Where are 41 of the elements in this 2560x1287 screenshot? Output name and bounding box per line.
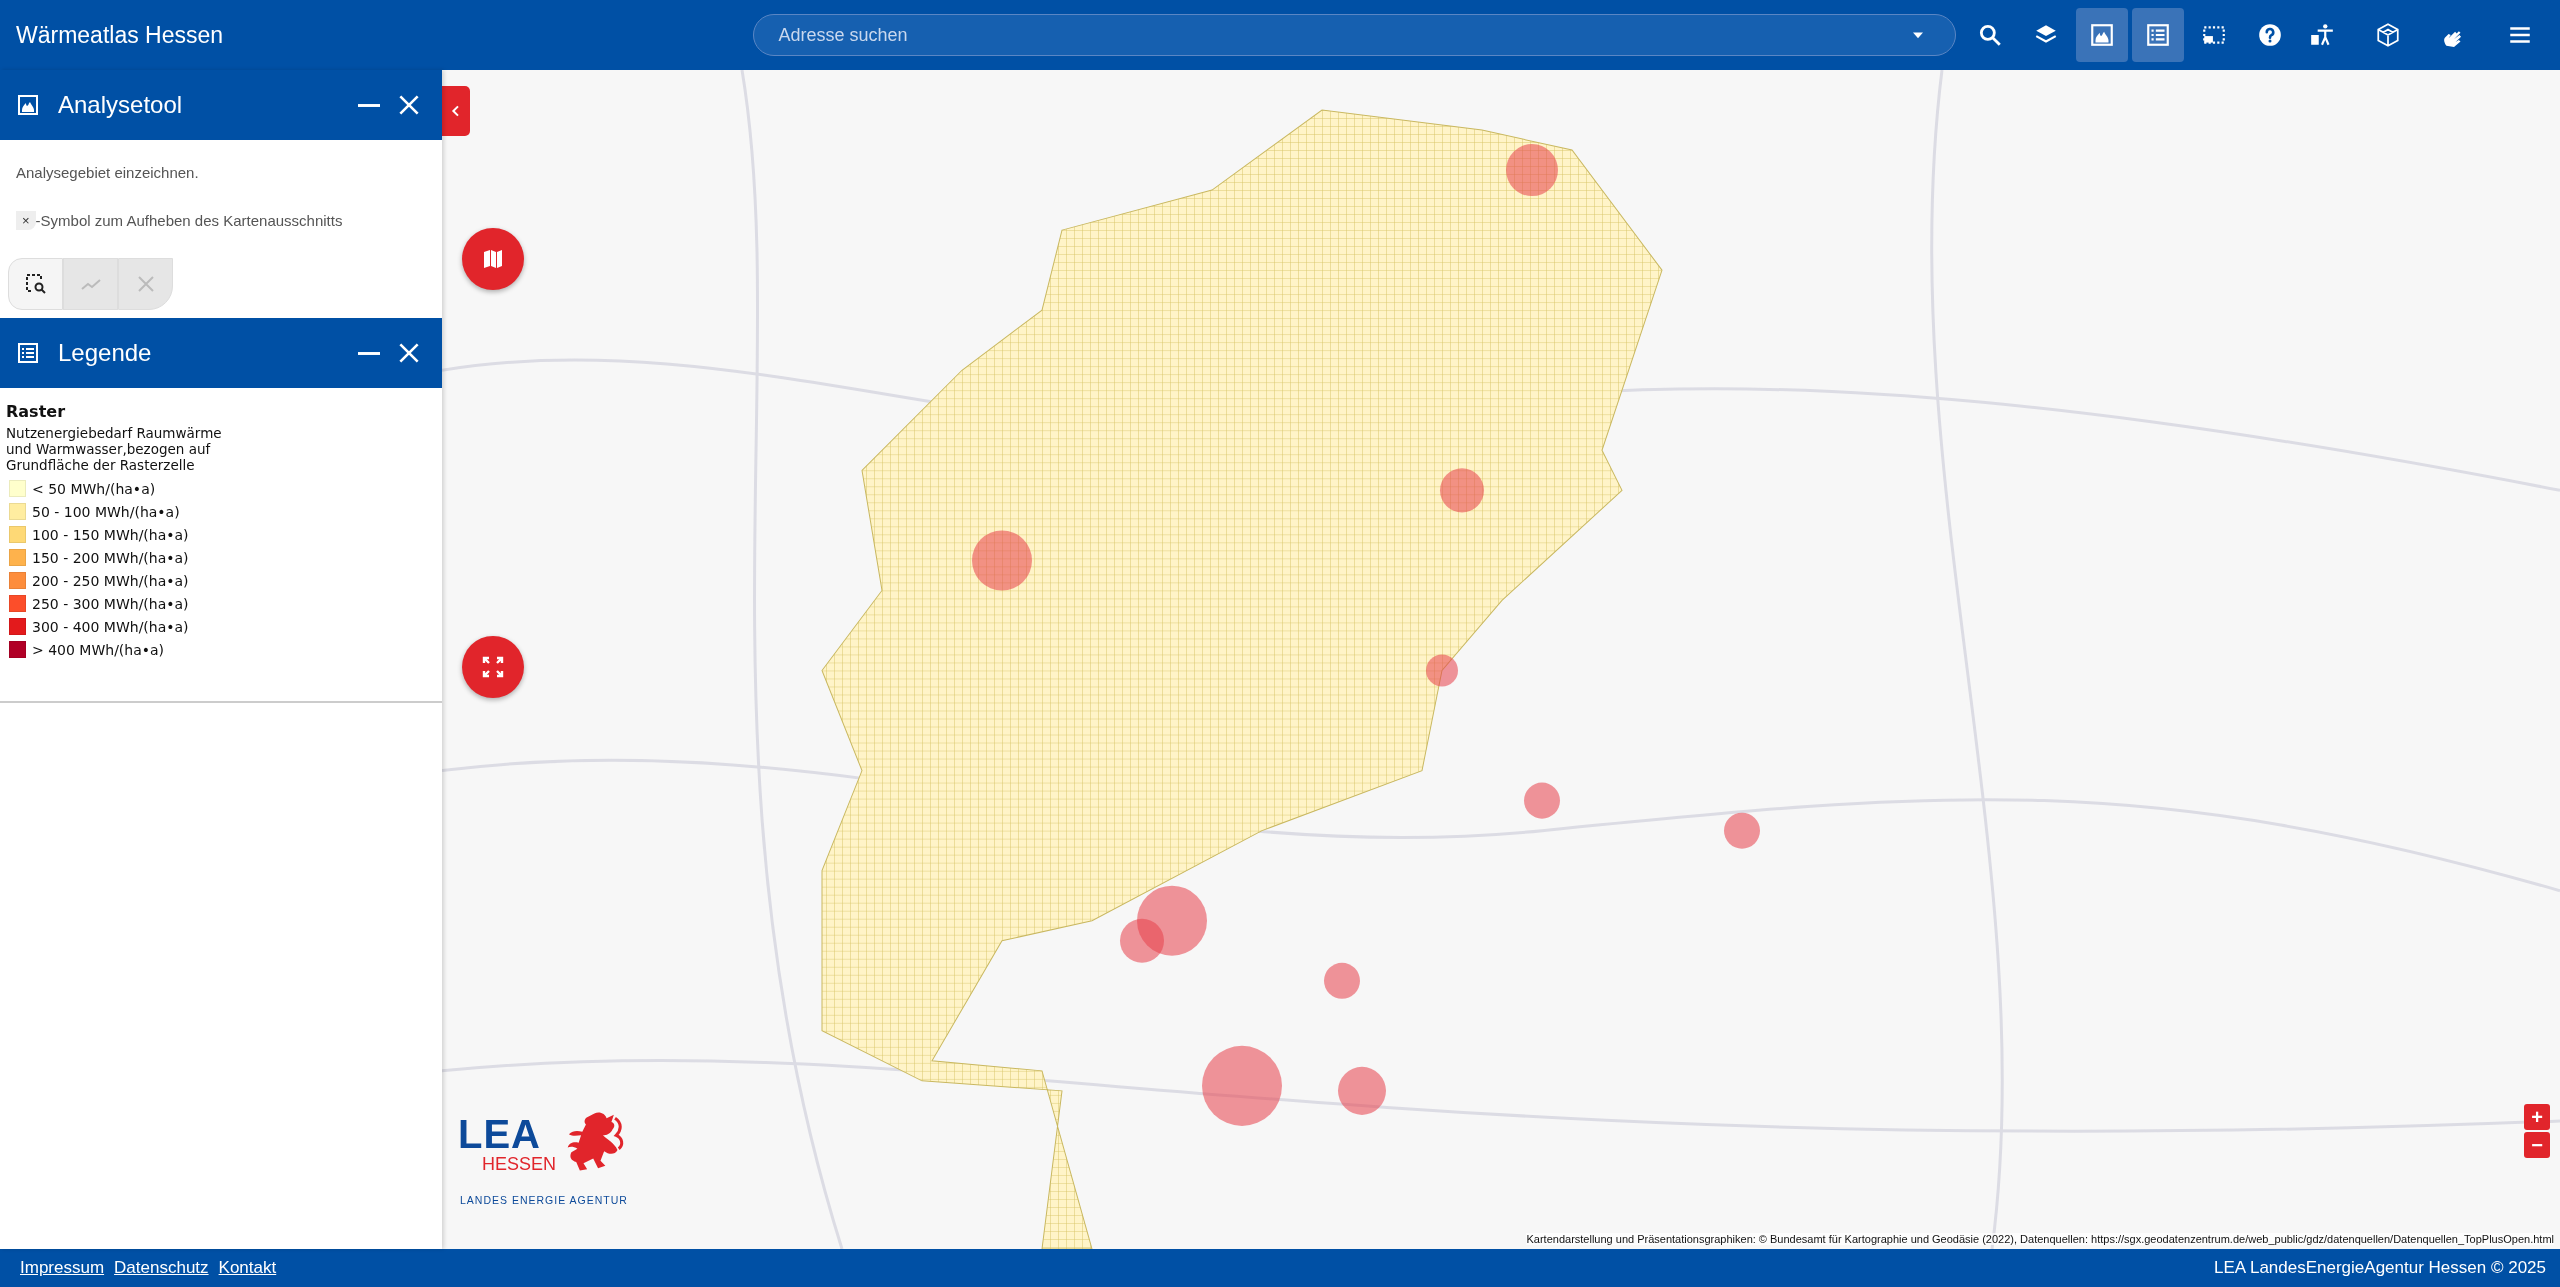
panel-title: Analysetool (58, 91, 184, 119)
close-symbol-chip: × (16, 211, 36, 230)
legend-label: 150 - 200 MWh/(ha•a) (32, 549, 189, 566)
footer-link[interactable]: Datenschutz (114, 1258, 209, 1278)
hint-text: -Symbol zum Aufheben des Kartenausschnitts (35, 212, 343, 229)
copyright-text: LEA LandesEnergieAgentur Hessen © 2025 (2214, 1258, 2546, 1278)
legend-layer-title: Raster (6, 402, 67, 421)
attribution-text: Kartendarstellung und Präsentationsgraphiken: © Bundesamt für Kartographie und Geodäsie (2022), Datenquellen: https://sgx.geodatenzentrum.de/web_public/gdz/datenquellen/Datenquellen_TopPlusOpen.html (1526, 1233, 2554, 1245)
footer-link[interactable]: Impressum (20, 1258, 105, 1278)
legend-label: < 50 MWh/(ha•a) (32, 480, 156, 497)
expand-icon (481, 655, 505, 679)
list-tool-button[interactable] (2132, 8, 2184, 62)
list-icon (2145, 22, 2171, 48)
footer-link[interactable]: Kontakt (218, 1258, 277, 1278)
zoom-out-button[interactable]: − (2524, 1132, 2550, 1158)
accessibility-icon (2309, 22, 2335, 48)
minimize-icon (358, 103, 380, 107)
list-icon (16, 341, 40, 365)
collapse-panel-button[interactable] (442, 86, 470, 136)
help-icon (2257, 22, 2283, 48)
logo-subtitle: LANDES ENERGIE AGENTUR (460, 1194, 628, 1206)
legend-label: 250 - 300 MWh/(ha•a) (32, 595, 189, 612)
map-icon (481, 247, 505, 271)
legend-label: > 400 MWh/(ha•a) (32, 641, 165, 658)
legend-label: 100 - 150 MWh/(ha•a) (32, 526, 189, 543)
legend-label: 300 - 400 MWh/(ha•a) (32, 618, 189, 635)
legend-label: 50 - 100 MWh/(ha•a) (32, 503, 180, 520)
area-search-button[interactable] (8, 258, 63, 310)
minimize-icon (358, 351, 380, 355)
app-title: Wärmeatlas Hessen (16, 21, 225, 49)
search-field[interactable]: Adresse suchen (753, 14, 1956, 56)
instruction-text: Analysegebiet einzeichnen. (16, 164, 200, 181)
legend-label: 200 - 250 MWh/(ha•a) (32, 572, 189, 589)
cube-icon (2375, 22, 2401, 48)
area-search-icon (23, 272, 48, 296)
search-icon (1977, 22, 2003, 48)
zoom-in-button[interactable]: + (2524, 1104, 2550, 1130)
legend-description: Nutzenergiebedarf Raumwärme und Warmwasser,bezogen auf Grundfläche der Rasterzelle (6, 425, 223, 473)
logo-region: HESSEN (482, 1154, 557, 1174)
logo-name: LEA (458, 1112, 541, 1156)
panel-title: Legende (58, 339, 153, 367)
